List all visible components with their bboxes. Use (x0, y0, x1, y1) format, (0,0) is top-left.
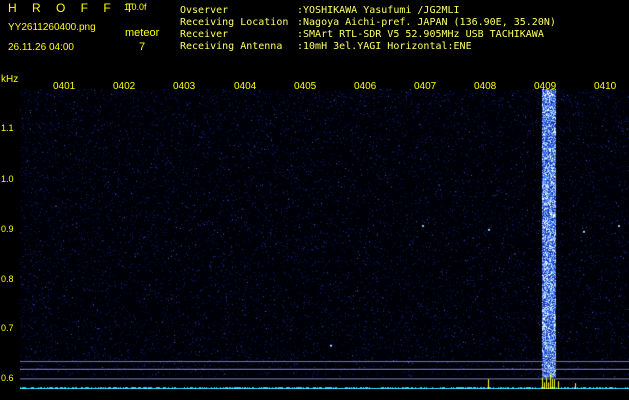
antenna-key: Receiving Antenna (180, 41, 283, 52)
receiver-value: :SMArt RTL-SDR V5 52.905MHz USB TACHIKAW… (297, 29, 544, 40)
y-tick: 1.1 (1, 123, 14, 133)
app-title: H R O F F T (8, 1, 140, 15)
antenna-value: :10mH 3el.YAGI Horizontal:ENE (297, 41, 472, 52)
meteor-count: 7 (139, 41, 146, 53)
y-tick: 1.0 (1, 174, 14, 184)
location-value: :Nagoya Aichi-pref. JAPAN (136.90E, 35.2… (297, 17, 556, 28)
y-tick: 0.9 (1, 224, 14, 234)
location-key: Receiving Location (180, 17, 289, 28)
y-tick: 0.8 (1, 274, 14, 284)
receiver-key: Receiver (180, 29, 229, 40)
meteor-label: meteor (125, 27, 160, 39)
version-label: 1.0.0f (124, 2, 147, 12)
observer-value: :YOSHIKAWA Yasufumi /JG2MLI (297, 5, 460, 16)
observer-key: Ovserver (180, 5, 229, 16)
y-tick: 0.7 (1, 323, 14, 333)
khz-axis-label: kHz (1, 74, 19, 85)
timestamp: 26.11.26 04:00 (8, 42, 74, 53)
y-tick: 0.6 (1, 373, 14, 383)
spectrogram-plot (20, 89, 629, 389)
file-name: YY2611260400.png (8, 22, 96, 33)
